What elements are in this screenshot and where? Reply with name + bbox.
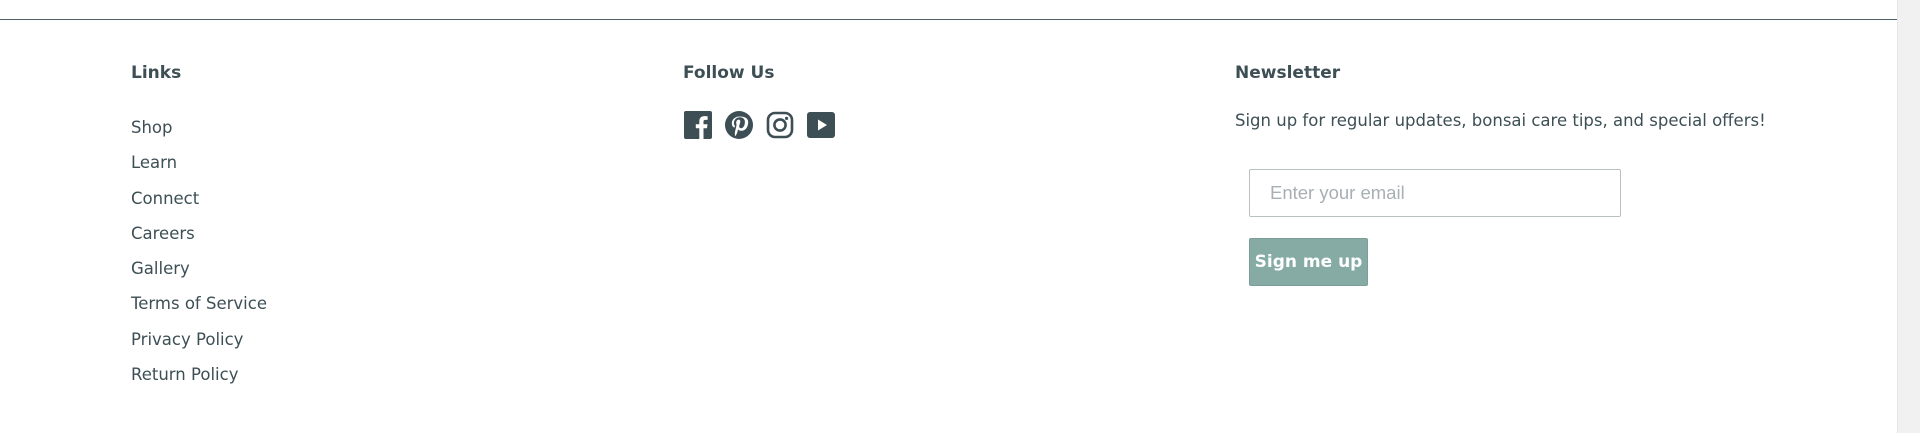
footer-link-connect[interactable]: Connect	[131, 189, 199, 208]
links-heading: Links	[131, 63, 182, 83]
list-item: Learn	[131, 145, 651, 180]
footer-links-list: Shop Learn Connect Careers Gallery Terms…	[131, 110, 651, 392]
list-item: Shop	[131, 110, 651, 145]
list-item: Connect	[131, 181, 651, 216]
list-item: Gallery	[131, 251, 651, 286]
footer-follow-column: Follow Us	[683, 62, 1203, 140]
facebook-link[interactable]	[683, 110, 713, 140]
list-item: Privacy Policy	[131, 322, 651, 357]
social-icons-row	[683, 110, 1203, 140]
footer-link-learn[interactable]: Learn	[131, 153, 177, 172]
footer-link-shop[interactable]: Shop	[131, 118, 173, 137]
sign-me-up-button[interactable]: Sign me up	[1249, 238, 1368, 286]
youtube-link[interactable]	[806, 110, 836, 140]
newsletter-heading: Newsletter	[1235, 63, 1341, 83]
follow-heading: Follow Us	[683, 63, 775, 83]
footer-top-divider	[0, 19, 1898, 20]
list-item: Terms of Service	[131, 286, 651, 321]
footer-link-return-policy[interactable]: Return Policy	[131, 365, 238, 384]
footer-link-privacy-policy[interactable]: Privacy Policy	[131, 330, 243, 349]
scrollbar[interactable]	[1897, 0, 1920, 433]
footer-links-column: Links Shop Learn Connect Careers Gallery…	[131, 62, 651, 392]
footer-link-gallery[interactable]: Gallery	[131, 259, 190, 278]
footer-link-terms-of-service[interactable]: Terms of Service	[131, 294, 267, 313]
footer-page: Links Shop Learn Connect Careers Gallery…	[0, 0, 1920, 433]
email-input[interactable]	[1249, 169, 1621, 217]
list-item: Return Policy	[131, 357, 651, 392]
footer-link-careers[interactable]: Careers	[131, 224, 195, 243]
list-item: Careers	[131, 216, 651, 251]
instagram-icon	[766, 111, 794, 139]
newsletter-form: Sign me up	[1249, 169, 1875, 286]
youtube-icon	[807, 112, 835, 138]
pinterest-link[interactable]	[724, 110, 754, 140]
pinterest-icon	[725, 111, 753, 139]
instagram-link[interactable]	[765, 110, 795, 140]
facebook-icon	[684, 111, 712, 139]
newsletter-description: Sign up for regular updates, bonsai care…	[1235, 111, 1766, 130]
footer-newsletter-column: Newsletter Sign up for regular updates, …	[1235, 62, 1875, 286]
